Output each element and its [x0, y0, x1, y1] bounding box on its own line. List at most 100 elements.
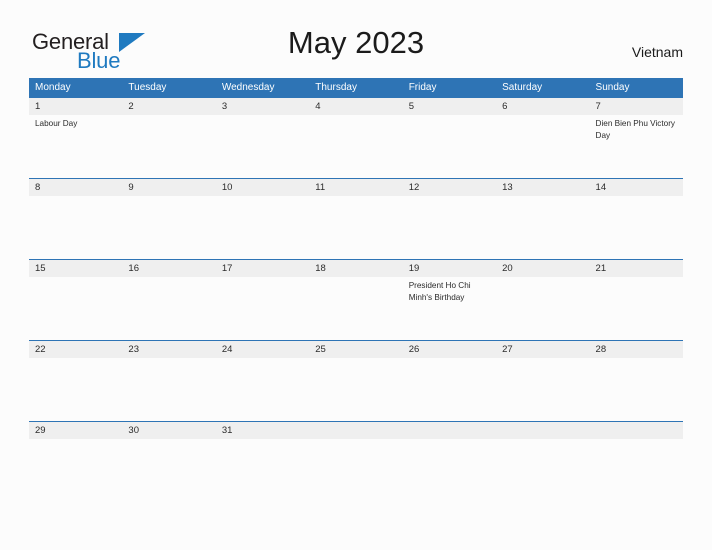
day-cell[interactable] [496, 358, 589, 421]
day-number-band: 1 2 3 4 5 6 7 [29, 97, 683, 115]
day-cell-empty [496, 439, 589, 502]
day-number[interactable]: 8 [29, 179, 122, 196]
day-cell[interactable] [29, 439, 122, 502]
day-cell[interactable] [590, 196, 683, 259]
day-number-band: 29 30 31 [29, 421, 683, 439]
day-cell[interactable]: President Ho Chi Minh's Birthday [403, 277, 496, 340]
day-cell[interactable] [216, 439, 309, 502]
day-cell[interactable]: Labour Day [29, 115, 122, 178]
day-number[interactable]: 2 [122, 98, 215, 115]
page-header: General Blue May 2023 Vietnam [29, 25, 683, 73]
weekday-header-tuesday: Tuesday [128, 82, 167, 93]
day-cell-empty [309, 439, 402, 502]
day-cell[interactable] [309, 115, 402, 178]
event-label: President Ho Chi Minh's Birthday [408, 281, 471, 302]
day-cell[interactable] [309, 277, 402, 340]
day-number[interactable]: 7 [590, 98, 683, 115]
day-cell[interactable] [403, 358, 496, 421]
day-number[interactable]: 19 [403, 260, 496, 277]
weekday-header-friday: Friday [408, 82, 437, 93]
day-cell[interactable] [29, 277, 122, 340]
day-number[interactable]: 20 [496, 260, 589, 277]
day-cell[interactable] [122, 439, 215, 502]
day-cell[interactable] [216, 277, 309, 340]
day-number[interactable]: 15 [29, 260, 122, 277]
day-cell[interactable] [590, 358, 683, 421]
day-cell[interactable] [590, 277, 683, 340]
day-number[interactable]: 25 [309, 341, 402, 358]
calendar-grid: Monday Tuesday Wednesday Thursday Friday… [29, 78, 683, 502]
calendar-week-row: 15 16 17 18 19 20 21 President Ho Chi Mi… [29, 259, 683, 340]
day-cell[interactable] [216, 115, 309, 178]
day-number[interactable]: 13 [496, 179, 589, 196]
calendar-week-row: 29 30 31 [29, 421, 683, 502]
day-number[interactable]: 28 [590, 341, 683, 358]
day-number-empty [309, 422, 402, 439]
day-cell[interactable] [496, 196, 589, 259]
day-cell[interactable] [496, 115, 589, 178]
day-cell-empty [590, 439, 683, 502]
weekday-header-wednesday: Wednesday [221, 82, 275, 93]
day-number[interactable]: 14 [590, 179, 683, 196]
day-number-empty [403, 422, 496, 439]
day-cell-empty [403, 439, 496, 502]
day-number[interactable]: 24 [216, 341, 309, 358]
day-number[interactable]: 27 [496, 341, 589, 358]
day-number[interactable]: 29 [29, 422, 122, 439]
day-cell[interactable] [29, 196, 122, 259]
day-cell-row [29, 439, 683, 502]
day-number[interactable]: 18 [309, 260, 402, 277]
day-cell-row [29, 358, 683, 421]
day-number[interactable]: 21 [590, 260, 683, 277]
weekday-header-row: Monday Tuesday Wednesday Thursday Friday… [29, 78, 683, 97]
day-number[interactable]: 30 [122, 422, 215, 439]
day-number[interactable]: 10 [216, 179, 309, 196]
day-cell[interactable] [122, 358, 215, 421]
calendar-week-row: 8 9 10 11 12 13 14 [29, 178, 683, 259]
weekday-header-saturday: Saturday [502, 82, 543, 93]
day-number[interactable]: 4 [309, 98, 402, 115]
day-cell[interactable] [496, 277, 589, 340]
weekday-header-monday: Monday [35, 82, 71, 93]
day-number[interactable]: 1 [29, 98, 122, 115]
day-cell[interactable] [403, 196, 496, 259]
day-number-band: 8 9 10 11 12 13 14 [29, 178, 683, 196]
day-cell[interactable] [122, 196, 215, 259]
day-cell[interactable] [122, 277, 215, 340]
day-cell[interactable] [216, 358, 309, 421]
day-number-band: 22 23 24 25 26 27 28 [29, 340, 683, 358]
day-number[interactable]: 31 [216, 422, 309, 439]
day-number[interactable]: 11 [309, 179, 402, 196]
day-cell[interactable] [309, 196, 402, 259]
day-number[interactable]: 5 [403, 98, 496, 115]
day-cell[interactable] [309, 358, 402, 421]
day-number[interactable]: 22 [29, 341, 122, 358]
day-cell[interactable]: Dien Bien Phu Victory Day [590, 115, 683, 178]
day-number[interactable]: 17 [216, 260, 309, 277]
weekday-header-thursday: Thursday [315, 82, 357, 93]
day-cell[interactable] [29, 358, 122, 421]
day-number[interactable]: 23 [122, 341, 215, 358]
day-number[interactable]: 16 [122, 260, 215, 277]
day-number[interactable]: 9 [122, 179, 215, 196]
day-number[interactable]: 6 [496, 98, 589, 115]
day-number[interactable]: 12 [403, 179, 496, 196]
calendar-week-row: 1 2 3 4 5 6 7 Labour Day Dien Bien Phu V… [29, 97, 683, 178]
day-number[interactable]: 26 [403, 341, 496, 358]
day-number-band: 15 16 17 18 19 20 21 [29, 259, 683, 277]
weekday-header-sunday: Sunday [595, 82, 630, 93]
day-number[interactable]: 3 [216, 98, 309, 115]
day-cell-row [29, 196, 683, 259]
calendar-page: General Blue May 2023 Vietnam Monday Tue… [0, 0, 712, 550]
day-cell-row: Labour Day Dien Bien Phu Victory Day [29, 115, 683, 178]
day-number-empty [590, 422, 683, 439]
event-label: Dien Bien Phu Victory Day [595, 119, 676, 140]
page-title: May 2023 [287, 25, 425, 60]
day-cell[interactable] [216, 196, 309, 259]
event-label: Labour Day [35, 119, 78, 128]
day-cell-row: President Ho Chi Minh's Birthday [29, 277, 683, 340]
day-cell[interactable] [403, 115, 496, 178]
country-label: Vietnam [631, 44, 683, 60]
day-cell[interactable] [122, 115, 215, 178]
day-number-empty [496, 422, 589, 439]
